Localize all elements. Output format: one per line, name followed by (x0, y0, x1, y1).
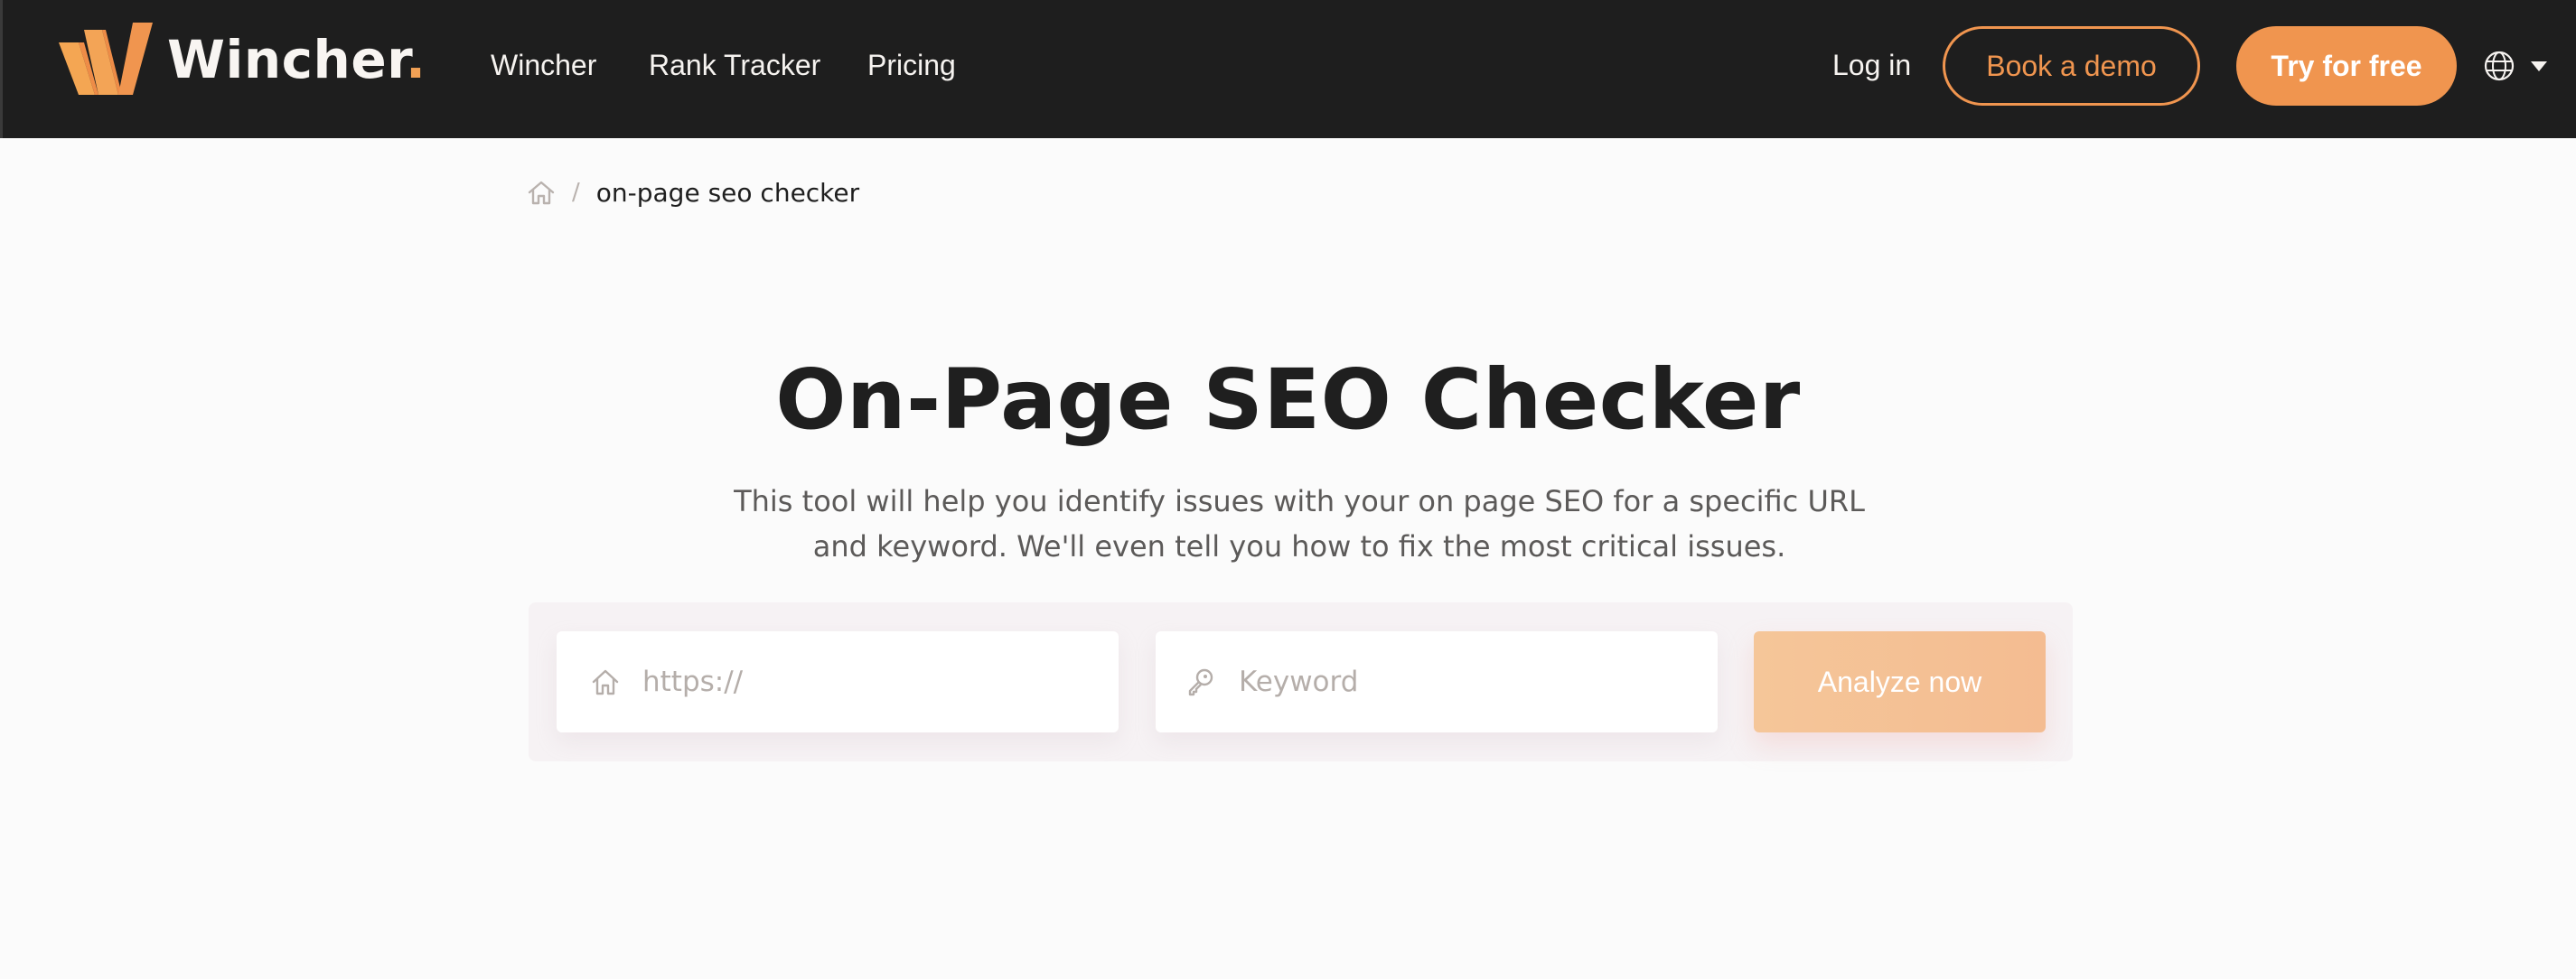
top-navigation-bar: Wincher. Wincher Rank Tracker Pricing Lo… (0, 0, 2576, 138)
url-field[interactable] (557, 631, 1119, 732)
analyze-now-button[interactable]: Analyze now (1754, 631, 2046, 732)
breadcrumb-separator: / (572, 179, 580, 206)
logo-wordmark-text: Wincher (167, 29, 406, 90)
logo-dot: . (406, 29, 426, 90)
nav-link-rank-tracker[interactable]: Rank Tracker (649, 43, 820, 87)
page-description: This tool will help you identify issues … (734, 484, 1865, 564)
wincher-w-logo-icon (59, 23, 153, 95)
key-icon (1188, 668, 1213, 696)
breadcrumb: / on-page seo checker (527, 177, 859, 208)
breadcrumb-current-page: on-page seo checker (595, 177, 860, 208)
url-input[interactable] (642, 631, 1112, 732)
home-icon (592, 669, 619, 695)
page-title: On-Page SEO Checker (775, 351, 1801, 448)
nav-link-wincher[interactable]: Wincher (491, 43, 596, 87)
home-icon[interactable] (527, 180, 556, 205)
keyword-input[interactable] (1239, 631, 1709, 732)
chevron-down-icon (2531, 61, 2547, 71)
globe-icon (2484, 51, 2515, 81)
try-for-free-button[interactable]: Try for free (2236, 26, 2457, 106)
keyword-field[interactable] (1156, 631, 1718, 732)
book-demo-button[interactable]: Book a demo (1943, 26, 2200, 106)
seo-check-form: Analyze now (529, 602, 2073, 761)
wincher-logo[interactable]: Wincher. (59, 22, 426, 98)
login-link[interactable]: Log in (1832, 43, 1911, 87)
language-selector[interactable] (2484, 50, 2552, 82)
nav-link-pricing[interactable]: Pricing (867, 43, 956, 87)
logo-wordmark: Wincher. (167, 29, 426, 90)
